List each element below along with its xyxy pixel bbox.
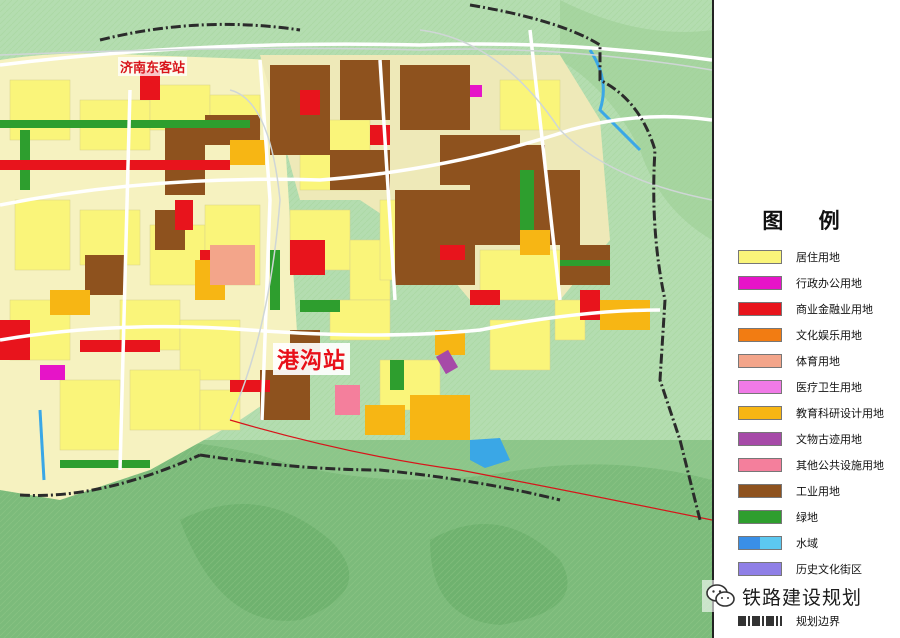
legend-label-boundary: 规划边界 <box>796 615 840 628</box>
legend-item-heritage: 文物古迹用地 <box>738 429 862 449</box>
legend-label-historic-district: 历史文化街区 <box>796 563 862 576</box>
legend-item-medical: 医疗卫生用地 <box>738 377 862 397</box>
legend-swatch-sports <box>738 354 782 368</box>
legend-swatch-education <box>738 406 782 420</box>
legend-item-education: 教育科研设计用地 <box>738 403 884 423</box>
legend-swatch-boundary <box>738 616 782 626</box>
legend-item-commercial: 商业金融业用地 <box>738 299 873 319</box>
watermark: 铁路建设规划 <box>702 580 867 612</box>
legend-label-culture: 文化娱乐用地 <box>796 329 862 342</box>
legend-swatch-historic-district <box>738 562 782 576</box>
jinan-east-station-label: 济南东客站 <box>118 57 188 76</box>
legend-title: 图 例 <box>762 209 854 233</box>
legend-item-historic-district: 历史文化街区 <box>738 559 862 579</box>
sports-land <box>210 245 255 285</box>
legend-label-sports: 体育用地 <box>796 355 840 368</box>
map-canvas <box>0 0 712 638</box>
legend-label-green: 绿地 <box>796 511 818 524</box>
legend-label-heritage: 文物古迹用地 <box>796 433 862 446</box>
legend-swatch-water <box>738 536 782 550</box>
legend-item-residential: 居住用地 <box>738 247 840 267</box>
legend-swatch-culture <box>738 328 782 342</box>
legend-label-medical: 医疗卫生用地 <box>796 381 862 394</box>
legend-swatch-other-public <box>738 458 782 472</box>
admin-land <box>40 365 65 380</box>
ganggou-station-label: 港沟站 <box>273 343 351 375</box>
legend-swatch-admin <box>738 276 782 290</box>
legend-label-other-public: 其他公共设施用地 <box>796 459 884 472</box>
legend-item-boundary: 规划边界 <box>738 611 840 631</box>
legend-label-industrial: 工业用地 <box>796 485 840 498</box>
legend-swatch-heritage <box>738 432 782 446</box>
legend-item-other-public: 其他公共设施用地 <box>738 455 884 475</box>
legend-item-industrial: 工业用地 <box>738 481 840 501</box>
legend-swatch-industrial <box>738 484 782 498</box>
legend-label-education: 教育科研设计用地 <box>796 407 884 420</box>
legend-item-admin: 行政办公用地 <box>738 273 862 293</box>
legend-item-sports: 体育用地 <box>738 351 840 371</box>
legend-swatch-residential <box>738 250 782 264</box>
legend-label-residential: 居住用地 <box>796 251 840 264</box>
jinan-east-station-marker <box>142 82 154 94</box>
legend-swatch-commercial <box>738 302 782 316</box>
watermark-text: 铁路建设规划 <box>742 586 863 609</box>
legend-panel: 图 例 居住用地 行政办公用地 商业金融业用地 文化娱乐用地 体育用地 医疗卫生… <box>712 0 900 638</box>
wechat-icon <box>706 584 735 607</box>
legend-label-admin: 行政办公用地 <box>796 277 862 290</box>
legend-swatch-green <box>738 510 782 524</box>
legend-label-commercial: 商业金融业用地 <box>796 303 873 316</box>
legend-item-culture: 文化娱乐用地 <box>738 325 862 345</box>
legend-item-water: 水域 <box>738 533 818 553</box>
legend-item-green: 绿地 <box>738 507 818 527</box>
other-public-land <box>335 385 360 415</box>
land-use-map: 济南东客站 港沟站 <box>0 0 712 638</box>
legend-label-water: 水域 <box>796 537 818 550</box>
legend-swatch-medical <box>738 380 782 394</box>
